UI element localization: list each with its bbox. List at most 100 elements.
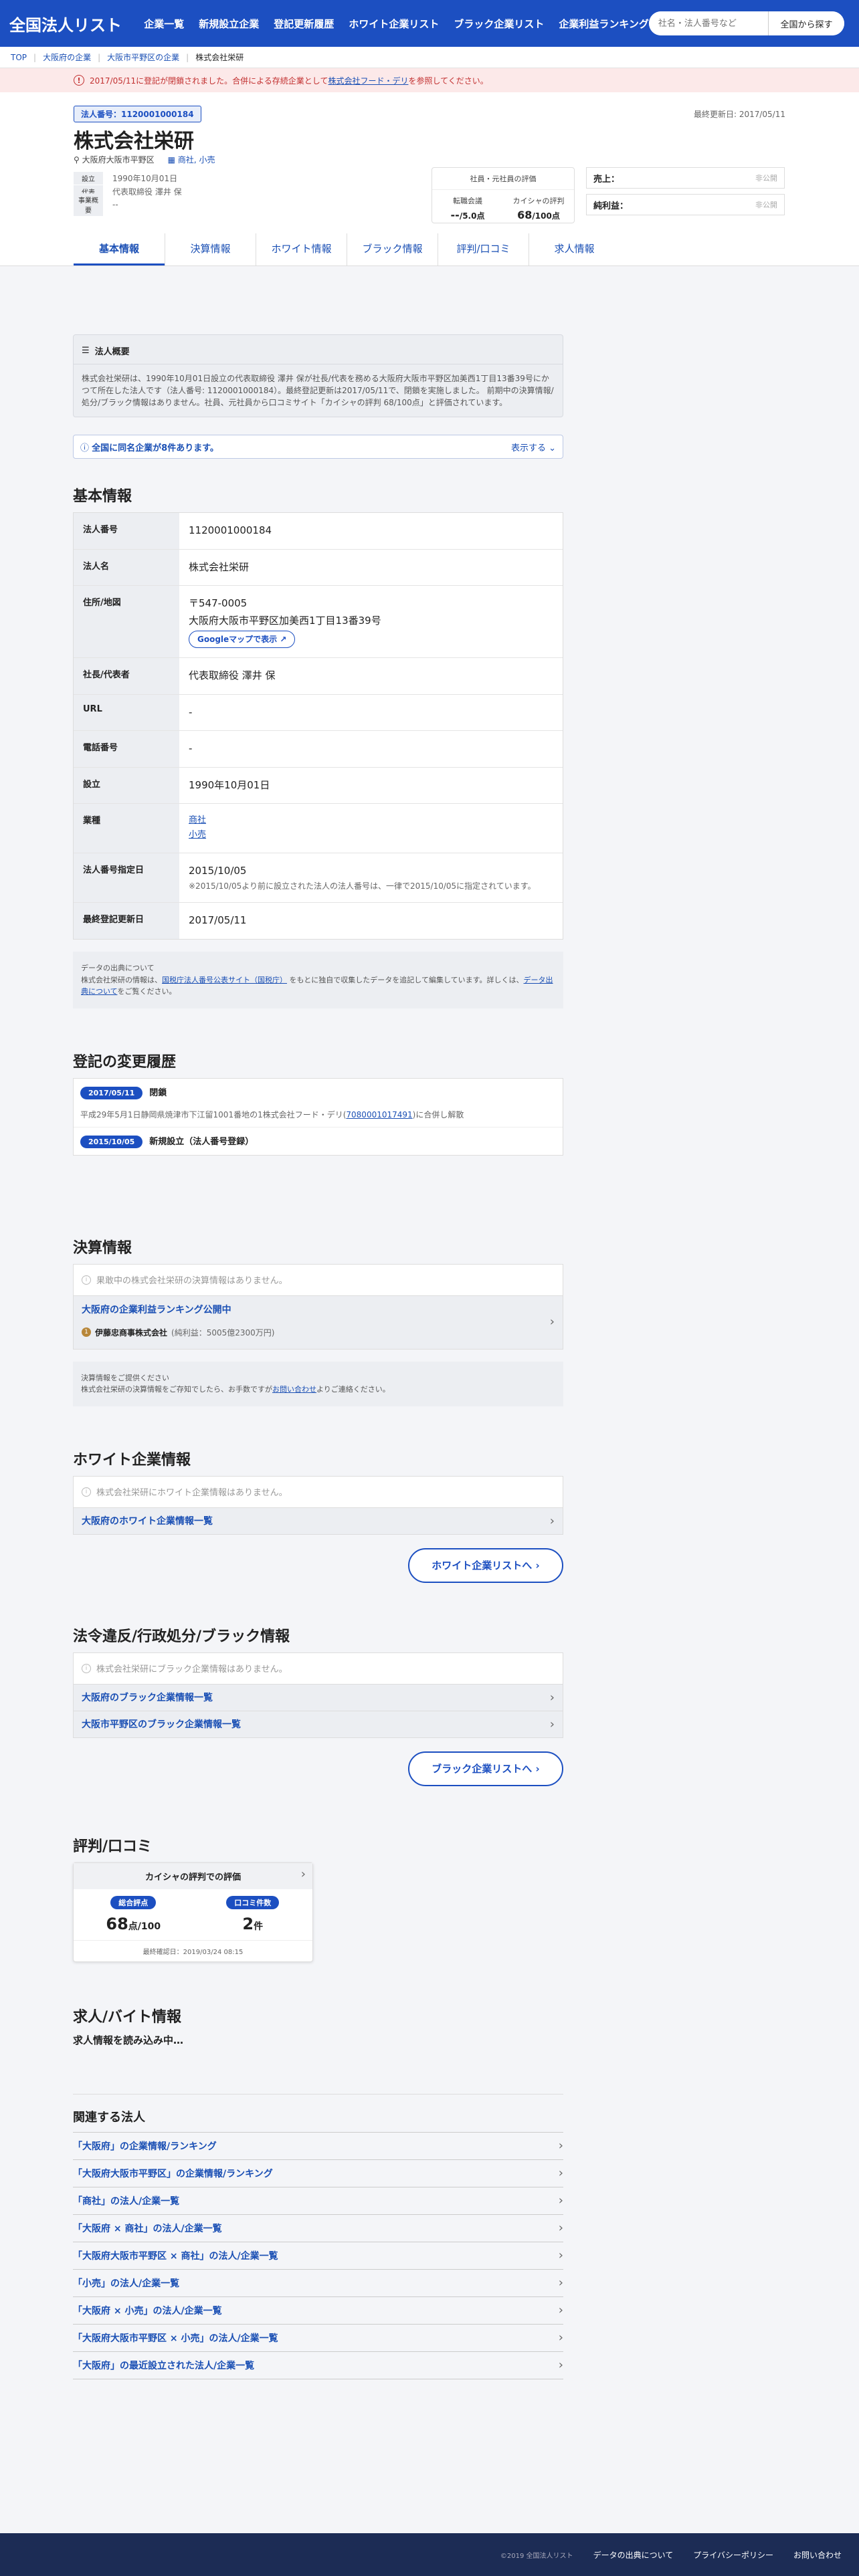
search-button[interactable]: 全国から探す (768, 11, 844, 35)
chevron-right-icon: › (549, 1513, 555, 1528)
building-icon: ▦ (167, 155, 175, 165)
black-city-link[interactable]: 大阪市平野区のブラック企業情報一覧 › (73, 1711, 563, 1738)
summary-body: 株式会社栄研は、1990年10月01日設立の代表取締役 澤井 保が社長/代表を務… (82, 374, 554, 407)
related-item[interactable]: 「大阪府大阪市平野区」の企業情報/ランキング › (73, 2160, 563, 2187)
white-list-button[interactable]: ホワイト企業リストへ › (408, 1547, 563, 1583)
search-box: 全国から探す (648, 11, 844, 35)
profit-ranking-link[interactable]: 大阪府の企業利益ランキング公開中 1 伊藤忠商事株式会社 (純利益：5005億230… (73, 1295, 563, 1350)
google-map-button[interactable]: Googleマップで表示 ↗ (189, 631, 296, 649)
breadcrumb-current: 株式会社栄研 (195, 53, 244, 62)
tab-finance[interactable]: 決算情報 (165, 233, 256, 265)
company-name: 株式会社栄研 (74, 130, 194, 153)
merged-company-link[interactable]: 7080001017491 (346, 1110, 412, 1119)
info-icon: i (82, 1487, 91, 1497)
black-list-button[interactable]: ブラック企業リストへ › (408, 1751, 563, 1786)
white-empty: i 株式会社栄研にホワイト企業情報はありません。 (73, 1475, 563, 1508)
map-pin-icon: ⚲ (74, 155, 80, 165)
related-item[interactable]: 「大阪府大阪市平野区 × 小売」の法人/企業一覧 › (73, 2325, 563, 2352)
chevron-right-icon: › (558, 2331, 563, 2345)
breadcrumb-city[interactable]: 大阪市平野区の企業 (107, 51, 179, 63)
evaluation-title: 社員・元社員の評価 (432, 168, 574, 190)
nav-white-list[interactable]: ホワイト企業リスト (349, 17, 439, 31)
registry-history: 2017/05/11 閉鎖 平成29年5月1日静岡県焼津市下江留1001番地の1株… (73, 1077, 563, 1156)
company-summary: ☰ 法人概要 株式会社栄研は、1990年10月01日設立の代表取締役 澤井 保が社… (73, 334, 563, 417)
related-item[interactable]: 「大阪府 × 小売」の法人/企業一覧 › (73, 2297, 563, 2325)
source-link-nta[interactable]: 国税庁法人番号公表サイト（国税庁） (162, 976, 287, 984)
company-meta: ⚲ 大阪府大阪市平野区 ▦ 商社, 小売 (74, 154, 215, 165)
breadcrumb-prefecture[interactable]: 大阪府の企業 (43, 51, 91, 63)
finance-heading: 決算情報 (73, 1239, 132, 1257)
review-heading: 評判/口コミ (73, 1838, 153, 1855)
main-content: ☰ 法人概要 株式会社栄研は、1990年10月01日設立の代表取締役 澤井 保が社… (73, 334, 563, 2379)
nav-company-list[interactable]: 企業一覧 (144, 17, 184, 31)
corporate-number-badge: 法人番号：1120001000184 (74, 106, 201, 122)
chevron-right-icon: › (558, 2139, 563, 2153)
last-updated: 最終更新日: 2017/05/11 (693, 110, 785, 119)
tab-white[interactable]: ホワイト情報 (256, 233, 347, 265)
page: 全国法人リスト 企業一覧 新規設立企業 登記更新履歴 ホワイト企業リスト ブラッ… (0, 0, 859, 2576)
company-facts: 設立 1990年10月01日 代表 代表取締役 澤井 保 事業概要 -- (74, 171, 421, 216)
sales-row: 売上： 非公開 (586, 167, 785, 189)
history-item: 2015/10/05 新規設立（法人番号登録） (74, 1126, 563, 1155)
chevron-down-icon: ⌄ (549, 443, 556, 453)
review-card[interactable]: カイシャの評判での評価 › 総合評点 68点/100 口コミ件数 2件 最終確認日：2… (73, 1862, 313, 1962)
fact-row: 設立 1990年10月01日 (74, 171, 421, 185)
related-item[interactable]: 「大阪府 × 商社」の法人/企業一覧 › (73, 2215, 563, 2242)
footer-link-privacy[interactable]: プライバシーポリシー (693, 2549, 773, 2561)
same-name-toggle[interactable]: 表示する ⌄ (511, 441, 556, 453)
related-item[interactable]: 「大阪府大阪市平野区 × 商社」の法人/企業一覧 › (73, 2242, 563, 2270)
industry-link-retail[interactable]: 小売 (189, 830, 206, 840)
tab-jobs[interactable]: 求人情報 (529, 233, 619, 265)
breadcrumb-separator: | (98, 52, 101, 62)
industry-link-trading[interactable]: 商社 (189, 815, 206, 825)
black-heading: 法令違反/行政処分/ブラック情報 (73, 1628, 290, 1645)
chevron-right-icon: › (558, 2193, 563, 2208)
rank-medal-icon: 1 (82, 1327, 91, 1337)
tab-review[interactable]: 評判/口コミ (438, 233, 529, 265)
site-header: 全国法人リスト 企業一覧 新規設立企業 登記更新履歴 ホワイト企業リスト ブラッ… (0, 0, 859, 47)
related-item[interactable]: 「小売」の法人/企業一覧 › (73, 2270, 563, 2297)
site-logo[interactable]: 全国法人リスト (9, 12, 126, 35)
main-nav: 企業一覧 新規設立企業 登記更新履歴 ホワイト企業リスト ブラック企業リスト 企… (144, 17, 649, 31)
black-empty: i 株式会社栄研にブラック企業情報はありません。 (73, 1652, 563, 1685)
footer-link-contact[interactable]: お問い合わせ (793, 2549, 842, 2561)
info-icon: i (82, 1275, 91, 1285)
evaluation-tenshoku[interactable]: 転職会議 --/5.0点 (432, 190, 503, 221)
footer-link-source[interactable]: データの出典について (593, 2549, 674, 2561)
search-input[interactable] (648, 11, 768, 35)
white-prefecture-link[interactable]: 大阪府のホワイト企業情報一覧 › (73, 1507, 563, 1535)
white-heading: ホワイト企業情報 (73, 1451, 191, 1469)
contact-link[interactable]: お問い合わせ (272, 1385, 316, 1394)
financial-summary: 売上： 非公開 純利益： 非公開 (586, 167, 785, 221)
related-item[interactable]: 「大阪府」の企業情報/ランキング › (73, 2133, 563, 2160)
table-row: URL - (74, 693, 563, 731)
table-row: 最終登記更新日 2017/05/11 (74, 902, 563, 939)
tab-black[interactable]: ブラック情報 (347, 233, 438, 265)
nav-black-list[interactable]: ブラック企業リスト (454, 17, 544, 31)
related-item[interactable]: 「商社」の法人/企業一覧 › (73, 2187, 563, 2215)
table-row: 法人名 株式会社栄研 (74, 548, 563, 585)
tab-basic[interactable]: 基本情報 (74, 233, 165, 265)
related-item[interactable]: 「大阪府」の最近設立された法人/企業一覧 › (73, 2352, 563, 2379)
fact-row: 事業概要 -- (74, 193, 421, 216)
related-list: 「大阪府」の企業情報/ランキング › 「大阪府大阪市平野区」の企業情報/ランキング… (73, 2131, 563, 2379)
same-name-notice[interactable]: ⓘ 全国に同名企業が8件あります。 表示する ⌄ (73, 435, 563, 459)
alert-successor-link[interactable]: 株式会社フード・デリ (328, 76, 408, 86)
table-row: 住所/地図 〒547-0005 大阪府大阪市平野区加美西1丁目13番39号 Googl… (74, 585, 563, 658)
nav-registry-history[interactable]: 登記更新履歴 (274, 17, 334, 31)
breadcrumb: TOP | 大阪府の企業 | 大阪市平野区の企業 | 株式会社栄研 (0, 47, 859, 68)
location: ⚲ 大阪府大阪市平野区 (74, 155, 155, 165)
summary-header: ☰ 法人概要 (74, 335, 563, 364)
info-icon: i (82, 1663, 91, 1673)
breadcrumb-separator: | (186, 52, 189, 62)
table-row: 業種 商社 小売 (74, 803, 563, 853)
breadcrumb-top[interactable]: TOP (11, 53, 27, 62)
industry[interactable]: ▦ 商社, 小売 (168, 154, 215, 165)
history-item: 2017/05/11 閉鎖 平成29年5月1日静岡県焼津市下江留1001番地の1株… (80, 1086, 464, 1119)
review-count: 口コミ件数 2件 (193, 1895, 313, 1933)
nav-new-companies[interactable]: 新規設立企業 (199, 17, 259, 31)
finance-empty: i 果敢中の株式会社栄研の決算情報はありません。 (73, 1263, 563, 1296)
black-prefecture-link[interactable]: 大阪府のブラック企業情報一覧 › (73, 1684, 563, 1711)
nav-profit-ranking[interactable]: 企業利益ランキング (559, 17, 649, 31)
evaluation-kaisha[interactable]: カイシャの評判 68/100点 (503, 190, 574, 221)
